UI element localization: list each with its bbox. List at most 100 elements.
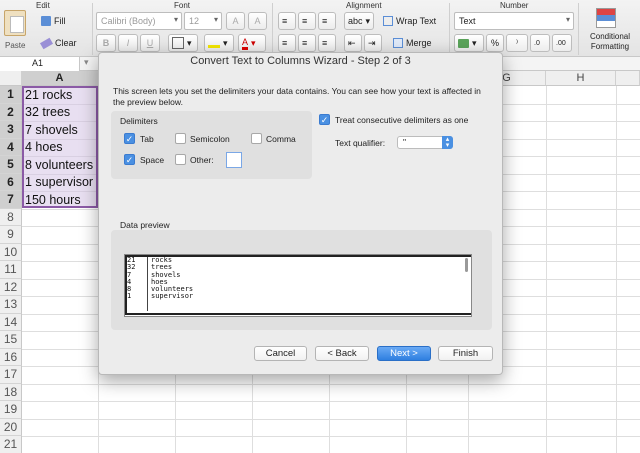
tab-label[interactable]: Tab: [140, 134, 154, 144]
finish-button[interactable]: Finish: [438, 346, 493, 361]
semicolon-label[interactable]: Semicolon: [190, 134, 230, 144]
wrap-text-icon: [383, 16, 393, 26]
font-name-select[interactable]: Calibri (Body) ▾: [96, 12, 182, 30]
row-header[interactable]: 11: [0, 261, 22, 279]
row-header[interactable]: 10: [0, 243, 22, 261]
paste-label[interactable]: Paste: [5, 41, 25, 50]
wrap-text-button[interactable]: Wrap Text: [380, 12, 442, 30]
row-header[interactable]: 17: [0, 366, 22, 384]
name-box[interactable]: A1: [0, 57, 80, 71]
align-left-icon: ≡: [282, 38, 288, 48]
row-header[interactable]: 13: [0, 296, 22, 314]
space-checkbox[interactable]: ✓: [124, 154, 135, 165]
conditional-formatting-button[interactable]: Conditional Formatting: [582, 6, 638, 54]
row-header[interactable]: 9: [0, 226, 22, 244]
ribbon-separator: [272, 3, 273, 55]
next-button[interactable]: Next >: [377, 346, 431, 361]
fill-button[interactable]: Fill: [38, 12, 69, 30]
align-top-button[interactable]: ≡: [278, 12, 296, 30]
row-header[interactable]: 20: [0, 418, 22, 436]
data-preview-box[interactable]: 21 32 7 4 8 1 rocks trees shovels hoes v…: [124, 254, 472, 317]
preview-scrollbar[interactable]: [465, 258, 468, 272]
other-delimiter-input[interactable]: [226, 152, 242, 168]
align-bottom-button[interactable]: ≡: [318, 12, 336, 30]
orientation-button[interactable]: abc ▾: [344, 12, 374, 30]
column-header-h[interactable]: H: [546, 71, 616, 86]
align-right-button[interactable]: ≡: [318, 34, 336, 52]
row-header[interactable]: 4: [0, 138, 22, 156]
italic-button[interactable]: I: [118, 34, 138, 52]
conditional-formatting-icon: [596, 8, 616, 28]
cell-a7[interactable]: 150 hours: [25, 192, 81, 210]
font-color-button[interactable]: A ▾: [238, 34, 266, 52]
decrease-decimal-button[interactable]: .00: [552, 34, 572, 52]
row-divider: [22, 436, 640, 437]
select-all-corner[interactable]: [0, 71, 22, 86]
other-checkbox[interactable]: [175, 154, 186, 165]
row-header[interactable]: 19: [0, 401, 22, 419]
cell-a4[interactable]: 4 hoes: [25, 139, 63, 157]
text-qualifier-select[interactable]: " ▴ ▾: [397, 136, 453, 149]
semicolon-checkbox[interactable]: [175, 133, 186, 144]
increase-decimal-button[interactable]: .0: [530, 34, 550, 52]
paint-bucket-icon: [208, 38, 220, 48]
grow-font-button[interactable]: A: [226, 12, 245, 30]
preview-column-1: 21 32 7 4 8 1: [127, 256, 148, 311]
number-format-select[interactable]: Text ▾: [454, 12, 574, 30]
cell-a5[interactable]: 8 volunteers: [25, 157, 93, 175]
row-header[interactable]: 8: [0, 208, 22, 226]
treat-consecutive-label[interactable]: Treat consecutive delimiters as one: [335, 115, 468, 125]
clear-button[interactable]: Clear: [38, 34, 80, 52]
column-header-a[interactable]: A: [22, 71, 98, 86]
align-center-button[interactable]: ≡: [298, 34, 316, 52]
fill-color-button[interactable]: ▾: [204, 34, 234, 52]
merge-button[interactable]: Merge: [390, 34, 446, 52]
row-header[interactable]: 3: [0, 121, 22, 139]
column-header-i[interactable]: [616, 71, 640, 86]
cancel-button[interactable]: Cancel: [254, 346, 307, 361]
cell-a6[interactable]: 1 supervisor: [25, 174, 93, 192]
delimiters-title: Delimiters: [120, 116, 158, 126]
cell-a1[interactable]: 21 rocks: [25, 87, 72, 105]
name-box-chevron-icon[interactable]: ▾: [84, 57, 89, 68]
row-divider: [22, 401, 640, 402]
font-size-select[interactable]: 12 ▾: [184, 12, 222, 30]
bold-button[interactable]: B: [96, 34, 116, 52]
row-header[interactable]: 15: [0, 331, 22, 349]
underline-button[interactable]: U: [140, 34, 160, 52]
treat-consecutive-checkbox[interactable]: ✓: [319, 114, 330, 125]
align-middle-icon: ≡: [302, 16, 308, 26]
row-header[interactable]: 12: [0, 278, 22, 296]
comma-checkbox[interactable]: [251, 133, 262, 144]
cell-a3[interactable]: 7 shovels: [25, 122, 78, 140]
font-color-icon: A: [242, 37, 249, 50]
edit-group-title: Edit: [36, 1, 50, 10]
row-header[interactable]: 14: [0, 313, 22, 331]
paste-icon[interactable]: [4, 10, 26, 36]
row-header[interactable]: 1: [0, 86, 22, 104]
align-right-icon: ≡: [322, 38, 328, 48]
row-header[interactable]: 6: [0, 173, 22, 191]
comma-style-button[interactable]: ⁾: [506, 34, 528, 52]
other-label[interactable]: Other:: [190, 155, 214, 165]
accounting-format-button[interactable]: ▾: [454, 34, 484, 52]
decrease-indent-button[interactable]: ⇤: [344, 34, 362, 52]
comma-label[interactable]: Comma: [266, 134, 296, 144]
row-header[interactable]: 21: [0, 436, 22, 453]
increase-indent-button[interactable]: ⇥: [364, 34, 382, 52]
row-header[interactable]: 18: [0, 383, 22, 401]
cell-a2[interactable]: 32 trees: [25, 104, 70, 122]
borders-button[interactable]: ▾: [168, 34, 198, 52]
align-left-button[interactable]: ≡: [278, 34, 296, 52]
row-header[interactable]: 5: [0, 156, 22, 174]
row-header[interactable]: 2: [0, 103, 22, 121]
tab-checkbox[interactable]: ✓: [124, 133, 135, 144]
shrink-font-button[interactable]: A: [248, 12, 267, 30]
align-middle-button[interactable]: ≡: [298, 12, 316, 30]
row-header[interactable]: 16: [0, 348, 22, 366]
percent-button[interactable]: %: [486, 34, 504, 52]
row-header[interactable]: 7: [0, 191, 22, 209]
stepper-icon: ▴ ▾: [442, 136, 453, 149]
back-button[interactable]: < Back: [315, 346, 369, 361]
space-label[interactable]: Space: [140, 155, 164, 165]
